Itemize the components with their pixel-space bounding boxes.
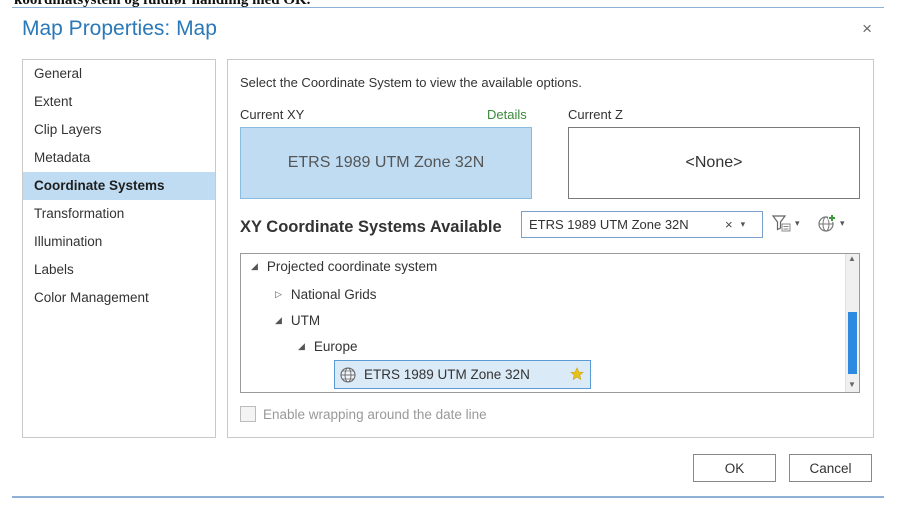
collapse-triangle-icon[interactable]: ◢: [275, 315, 282, 326]
search-dropdown-icon[interactable]: ▾: [741, 219, 746, 230]
current-xy-label: Current XY: [240, 107, 305, 122]
tree-node-label: UTM: [290, 313, 321, 328]
current-z-box[interactable]: <None>: [568, 127, 860, 199]
collapse-triangle-icon[interactable]: ◢: [251, 261, 258, 272]
filter-button[interactable]: ▾: [771, 212, 800, 234]
add-coordinate-system-button[interactable]: ▾: [816, 212, 845, 234]
expand-triangle-icon[interactable]: ▷: [275, 289, 282, 300]
map-properties-dialog: Map Properties: Map × General Extent Cli…: [12, 7, 884, 498]
tree-node-label: National Grids: [290, 287, 377, 302]
current-xy-value: ETRS 1989 UTM Zone 32N: [287, 154, 485, 171]
clear-search-icon[interactable]: ×: [725, 217, 733, 232]
close-icon[interactable]: ×: [862, 19, 872, 39]
current-xy-box[interactable]: ETRS 1989 UTM Zone 32N: [240, 127, 532, 199]
dialog-title: Map Properties: Map: [22, 17, 217, 40]
globe-icon: [340, 366, 356, 383]
details-link[interactable]: Details: [487, 107, 527, 122]
wrap-dateline-label: Enable wrapping around the date line: [263, 406, 487, 422]
coordinate-systems-panel: Select the Coordinate System to view the…: [227, 59, 874, 438]
sidebar-nav: General Extent Clip Layers Metadata Coor…: [22, 59, 216, 438]
tree-node-utm[interactable]: ◢ UTM: [275, 313, 320, 328]
sidebar-item-transformation[interactable]: Transformation: [23, 200, 215, 228]
search-input[interactable]: [527, 216, 721, 233]
scroll-up-icon[interactable]: ▲: [848, 254, 856, 263]
sidebar-item-general[interactable]: General: [23, 60, 215, 88]
sidebar-item-extent[interactable]: Extent: [23, 88, 215, 116]
sidebar-item-clip-layers[interactable]: Clip Layers: [23, 116, 215, 144]
collapse-triangle-icon[interactable]: ◢: [298, 341, 305, 352]
sidebar-item-labels[interactable]: Labels: [23, 256, 215, 284]
tree-node-projected[interactable]: ◢ Projected coordinate system: [251, 259, 437, 274]
ok-button[interactable]: OK: [693, 454, 776, 482]
tree-node-label: Europe: [313, 339, 358, 354]
sidebar-item-coordinate-systems[interactable]: Coordinate Systems: [23, 172, 215, 200]
sidebar-item-illumination[interactable]: Illumination: [23, 228, 215, 256]
globe-add-icon: [818, 214, 836, 232]
sidebar-item-metadata[interactable]: Metadata: [23, 144, 215, 172]
instruction-text: Select the Coordinate System to view the…: [240, 75, 582, 90]
search-box[interactable]: × ▾: [521, 211, 763, 238]
wrap-dateline-checkbox[interactable]: [240, 406, 256, 422]
tree-node-europe[interactable]: ◢ Europe: [298, 339, 357, 354]
sidebar-item-color-management[interactable]: Color Management: [23, 284, 215, 312]
tree-node-label: Projected coordinate system: [266, 259, 438, 274]
tree-scrollbar[interactable]: ▲ ▼: [845, 254, 859, 392]
current-z-label: Current Z: [568, 107, 623, 122]
scroll-down-icon[interactable]: ▼: [848, 380, 856, 389]
add-dropdown-icon: ▾: [840, 217, 845, 228]
scrollbar-thumb[interactable]: [848, 312, 857, 374]
filter-icon: [771, 215, 791, 232]
selected-crs-label: ETRS 1989 UTM Zone 32N: [364, 367, 530, 382]
cancel-button[interactable]: Cancel: [789, 454, 872, 482]
favorite-star-icon[interactable]: [570, 367, 584, 381]
tree-node-selected-crs[interactable]: ETRS 1989 UTM Zone 32N: [334, 360, 591, 389]
coordinate-system-tree: ◢ Projected coordinate system ▷ National…: [240, 253, 860, 393]
available-heading: XY Coordinate Systems Available: [240, 218, 502, 236]
current-z-value: <None>: [685, 154, 743, 171]
tree-node-national-grids[interactable]: ▷ National Grids: [275, 287, 376, 302]
filter-dropdown-icon: ▾: [795, 217, 800, 228]
wrap-dateline-option[interactable]: Enable wrapping around the date line: [240, 406, 487, 422]
